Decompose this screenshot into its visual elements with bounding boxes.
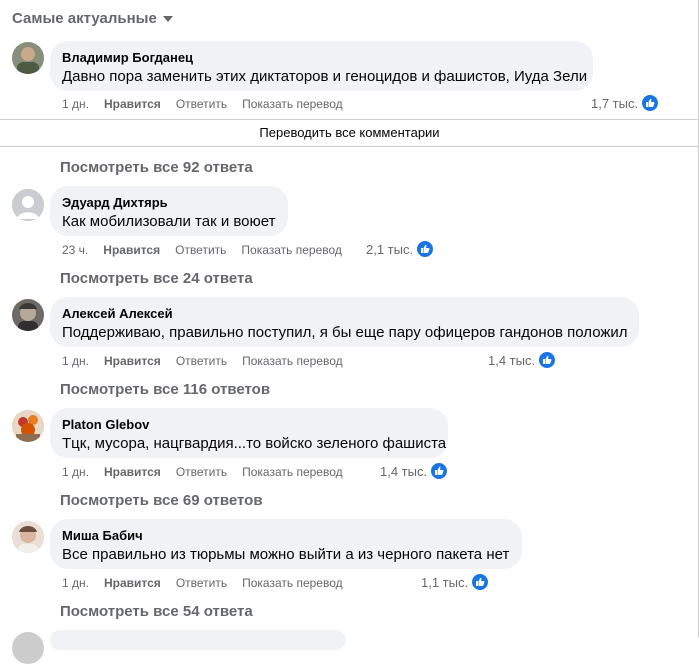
translate-button[interactable]: Показать перевод — [242, 97, 343, 111]
thumbs-up-icon — [641, 94, 660, 112]
comment-actions: 23 ч. Нравится Ответить Показать перевод — [62, 242, 357, 258]
like-button[interactable]: Нравится — [103, 243, 160, 257]
comment-bubble: Platon Glebov Тцк, мусора, нацгвардия...… — [50, 408, 448, 458]
sort-dropdown[interactable]: Самые актуальные — [12, 8, 173, 28]
comment-author[interactable]: Алексей Алексей — [62, 305, 627, 322]
divider — [0, 146, 699, 147]
thumbs-up-icon — [416, 240, 435, 258]
like-button[interactable]: Нравится — [104, 354, 161, 368]
reaction-count[interactable]: 1,1 тыс. — [421, 573, 490, 591]
reaction-count-text: 1,1 тыс. — [421, 574, 469, 590]
view-replies-link[interactable]: Посмотреть все 116 ответов — [60, 381, 270, 398]
comment-actions: 1 дн. Нравится Ответить Показать перевод — [62, 575, 358, 591]
translate-button[interactable]: Показать перевод — [242, 465, 343, 479]
reaction-count-text: 1,4 тыс. — [488, 352, 536, 368]
comment-author[interactable]: Эдуард Дихтярь — [62, 194, 276, 211]
reply-button[interactable]: Ответить — [176, 465, 227, 479]
reaction-count[interactable]: 1,7 тыс. — [591, 94, 660, 112]
view-replies-link[interactable]: Посмотреть все 54 ответа — [60, 603, 253, 620]
comment-text: Тцк, мусора, нацгвардия...то войско зеле… — [62, 435, 447, 452]
view-replies-link[interactable]: Посмотреть все 69 ответов — [60, 492, 263, 509]
comment-text: Поддерживаю, правильно поступил, я бы ещ… — [62, 324, 628, 341]
comment-actions: 1 дн. Нравится Ответить Показать перевод — [62, 96, 358, 112]
comment-bubble: Алексей Алексей Поддерживаю, правильно п… — [50, 297, 639, 347]
reply-button[interactable]: Ответить — [175, 243, 226, 257]
reaction-count[interactable]: 1,4 тыс. — [488, 351, 557, 369]
reaction-count-text: 2,1 тыс. — [366, 241, 414, 257]
avatar[interactable] — [12, 189, 44, 221]
comment-text: Как мобилизовали так и воюет — [62, 213, 276, 230]
comment-time[interactable]: 23 ч. — [62, 243, 88, 257]
like-button[interactable]: Нравится — [104, 576, 161, 590]
sort-label: Самые актуальные — [12, 9, 157, 27]
avatar[interactable] — [12, 42, 44, 74]
comment-bubble — [50, 630, 346, 650]
comment-time[interactable]: 1 дн. — [62, 576, 89, 590]
comment-actions: 1 дн. Нравится Ответить Показать перевод — [62, 353, 358, 369]
comment-bubble: Эдуард Дихтярь Как мобилизовали так и во… — [50, 186, 288, 236]
view-replies-link[interactable]: Посмотреть все 92 ответа — [60, 159, 253, 176]
reaction-count[interactable]: 1,4 тыс. — [380, 462, 449, 480]
reply-button[interactable]: Ответить — [176, 97, 227, 111]
reaction-count-text: 1,4 тыс. — [380, 463, 428, 479]
comment-bubble: Владимир Богданец Давно пора заменить эт… — [50, 41, 593, 91]
like-button[interactable]: Нравится — [104, 97, 161, 111]
comment-time[interactable]: 1 дн. — [62, 465, 89, 479]
reply-button[interactable]: Ответить — [176, 354, 227, 368]
avatar[interactable] — [12, 521, 44, 553]
comment-time[interactable]: 1 дн. — [62, 354, 89, 368]
like-button[interactable]: Нравится — [104, 465, 161, 479]
reaction-count[interactable]: 2,1 тыс. — [366, 240, 435, 258]
comment-text: Давно пора заменить этих диктаторов и ге… — [62, 68, 588, 85]
reply-button[interactable]: Ответить — [176, 576, 227, 590]
comment-time[interactable]: 1 дн. — [62, 97, 89, 111]
reaction-count-text: 1,7 тыс. — [591, 95, 639, 111]
thumbs-up-icon — [471, 573, 490, 591]
translate-button[interactable]: Показать перевод — [242, 354, 343, 368]
divider — [0, 119, 699, 120]
comment-bubble: Миша Бабич Все правильно из тюрьмы можно… — [50, 519, 522, 569]
translate-button[interactable]: Показать перевод — [242, 576, 343, 590]
comment-text: Все правильно из тюрьмы можно выйти а из… — [62, 546, 510, 563]
thumbs-up-icon — [430, 462, 449, 480]
translate-all-link[interactable]: Переводить все комментарии — [0, 125, 699, 140]
thumbs-up-icon — [538, 351, 557, 369]
comment-actions: 1 дн. Нравится Ответить Показать перевод — [62, 464, 358, 480]
avatar[interactable] — [12, 299, 44, 331]
comment-author[interactable]: Владимир Богданец — [62, 49, 581, 66]
comment-author[interactable]: Миша Бабич — [62, 527, 510, 544]
translate-button[interactable]: Показать перевод — [241, 243, 342, 257]
avatar[interactable] — [12, 410, 44, 442]
comment-author[interactable]: Platon Glebov — [62, 416, 436, 433]
view-replies-link[interactable]: Посмотреть все 24 ответа — [60, 270, 253, 287]
chevron-down-icon — [162, 16, 173, 22]
